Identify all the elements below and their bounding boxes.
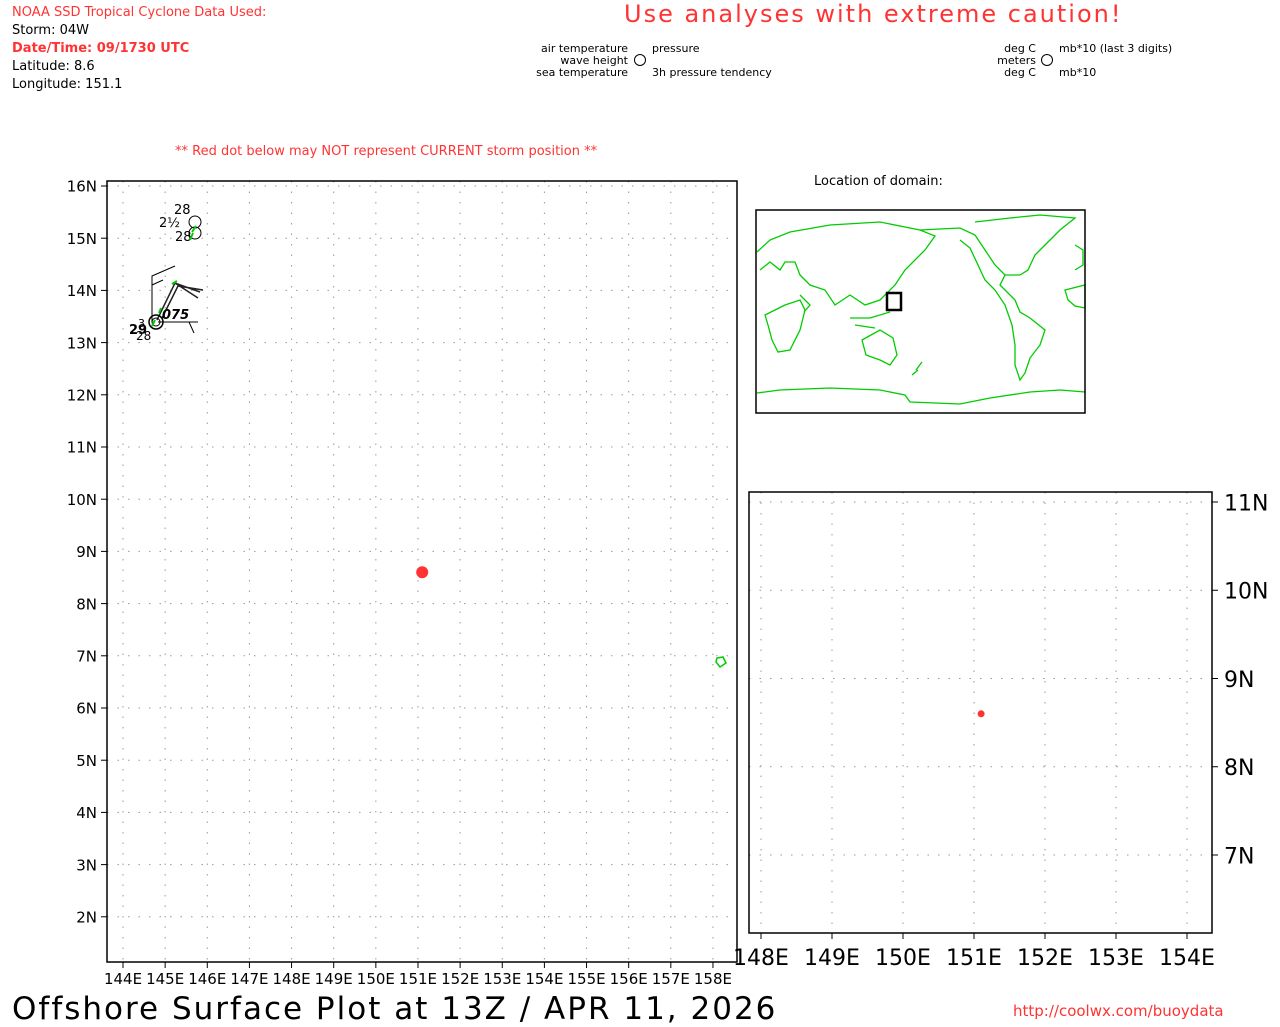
plot-title: Offshore Surface Plot at 13Z / APR 11, 2… — [12, 991, 778, 1027]
lat-tick-label: 8N — [76, 595, 97, 613]
plot-canvas: 144E 145E 146E 147E 148E 149E 150E 151E 152E 153E… — [67, 54, 1268, 988]
lon-tick-label: 157E — [652, 970, 690, 988]
lat-tick-label: 10N — [1224, 580, 1268, 605]
obs-sea-temp: 28 — [136, 329, 151, 343]
lat-tick-label: 14N — [67, 282, 97, 300]
lon-tick-label: 155E — [567, 970, 605, 988]
obs-wave-height: 2½ — [159, 216, 180, 231]
lon-tick-label: 151E — [399, 970, 437, 988]
source-url[interactable]: http://coolwx.com/buoydata — [1013, 1004, 1224, 1019]
lat-tick-label: 11N — [67, 439, 97, 457]
lat-tick-label: 9N — [76, 543, 97, 561]
lat-tick-label: 15N — [67, 230, 97, 248]
lon-tick-label: 150E — [357, 970, 395, 988]
station-plot: 28 2½ 28 — [159, 203, 202, 245]
lon-tick-label: 147E — [230, 970, 268, 988]
lon-tick-label: 144E — [104, 970, 142, 988]
lon-tick-label: 149E — [315, 970, 353, 988]
lat-tick-label: 4N — [76, 804, 97, 822]
lat-tick-label: 7N — [76, 648, 97, 666]
lat-tick-label: 12N — [67, 387, 97, 405]
lat-tick-label: 10N — [67, 491, 97, 509]
lon-tick-label: 150E — [875, 946, 931, 971]
lon-tick-label: 156E — [610, 970, 648, 988]
station-circle-icon — [634, 54, 646, 66]
lon-tick-label: 152E — [1017, 946, 1073, 971]
lon-tick-label: 154E — [1159, 946, 1215, 971]
storm-position-dot — [416, 566, 429, 579]
lon-tick-label: 153E — [483, 970, 521, 988]
lat-tick-label: 9N — [1224, 668, 1254, 693]
lon-tick-label: 151E — [946, 946, 1002, 971]
island-coastline — [715, 656, 727, 669]
lon-tick-label: 148E — [273, 970, 311, 988]
world-locator-map — [756, 210, 1086, 413]
lat-tick-label: 5N — [76, 752, 97, 770]
lon-tick-label: 152E — [441, 970, 479, 988]
lon-tick-label: 154E — [525, 970, 563, 988]
station-plot: 3 29 28 075 — [129, 265, 204, 343]
lat-tick-label: 7N — [1224, 844, 1254, 869]
lat-tick-label: 3N — [76, 856, 97, 874]
obs-pressure: 075 — [162, 308, 189, 323]
storm-position-dot-inset — [977, 710, 985, 718]
lon-tick-label: 149E — [804, 946, 860, 971]
lon-tick-label: 148E — [733, 946, 789, 971]
inset-map-axes: 148E 149E 150E 151E 152E 153E 154E 11N 10N 9N 8N 7N — [733, 491, 1268, 971]
lon-tick-label: 153E — [1088, 946, 1144, 971]
lon-tick-label: 145E — [146, 970, 184, 988]
lon-tick-label: 158E — [694, 970, 732, 988]
lat-tick-label: 8N — [1224, 756, 1254, 781]
lat-tick-label: 6N — [76, 700, 97, 718]
lat-tick-label: 2N — [76, 909, 97, 927]
lat-tick-label: 13N — [67, 334, 97, 352]
lat-tick-label: 16N — [67, 178, 97, 196]
lat-tick-label: 11N — [1224, 491, 1268, 516]
station-circle-icon — [1041, 54, 1053, 66]
lon-tick-label: 146E — [188, 970, 226, 988]
